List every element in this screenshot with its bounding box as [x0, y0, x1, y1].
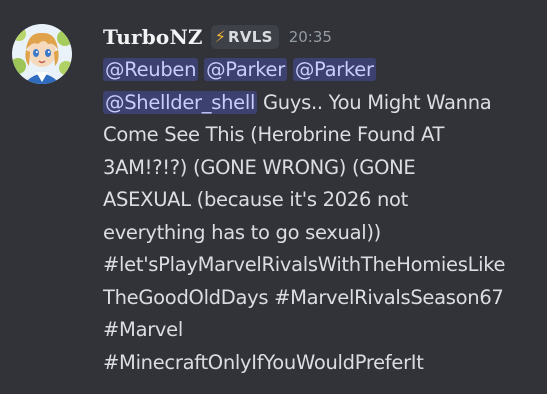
username[interactable]: TurboNZ	[103, 25, 203, 49]
clan-tag-badge[interactable]: ⚡ RVLS	[210, 25, 279, 49]
message-content: TurboNZ ⚡ RVLS 20:35 @Reuben @Parker @Pa…	[103, 22, 543, 379]
user-mention[interactable]: @Reuben	[103, 58, 199, 81]
message-line: #let'sPlayMarvelRivalsWithTheHomiesLike	[103, 253, 506, 276]
chat-message: TurboNZ ⚡ RVLS 20:35 @Reuben @Parker @Pa…	[0, 0, 547, 394]
message-line: @Reuben @Parker @Parker	[103, 54, 543, 87]
message-line: TheGoodOldDays #MarvelRivalsSeason67	[103, 285, 504, 309]
message-line: #MinecraftOnlyIfYouWouldPreferIt	[103, 350, 424, 374]
user-mention[interactable]: @Parker	[204, 58, 287, 81]
user-avatar[interactable]	[10, 22, 74, 86]
message-header: TurboNZ ⚡ RVLS 20:35	[103, 22, 543, 52]
user-mention[interactable]: @Shellder_shell	[103, 90, 258, 114]
message-body: @Reuben @Parker @Parker @Shellder_shell …	[103, 54, 543, 379]
message-line: everything has to go sexual))	[103, 220, 381, 244]
message-line: #Marvel	[103, 318, 183, 341]
user-mention[interactable]: @Parker	[292, 58, 376, 81]
message-text: Guys.. You Might Wanna	[262, 90, 492, 114]
message-line: 3AM!?!?) (GONE WRONG) (GONE	[103, 155, 416, 179]
clan-tag-text: RVLS	[227, 28, 273, 46]
message-timestamp[interactable]: 20:35	[289, 28, 332, 46]
message-line: @Shellder_shell Guys.. You Might Wanna	[103, 87, 543, 120]
message-line: ASEXUAL (because it's 2026 not	[103, 188, 408, 211]
lightning-bolt-icon: ⚡	[214, 27, 226, 46]
message-line: Come See This (Herobrine Found AT	[103, 123, 445, 146]
